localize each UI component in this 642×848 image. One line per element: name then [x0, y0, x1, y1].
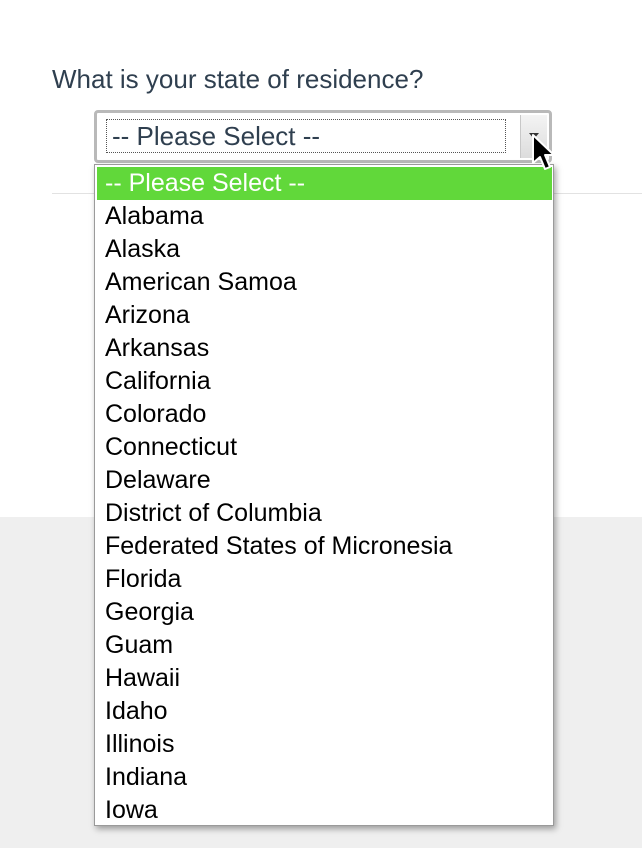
option-illinois[interactable]: Illinois — [97, 728, 552, 761]
option-iowa[interactable]: Iowa — [97, 794, 552, 825]
option-delaware[interactable]: Delaware — [97, 464, 552, 497]
mouse-pointer-icon — [532, 134, 555, 170]
option-california[interactable]: California — [97, 365, 552, 398]
option-arkansas[interactable]: Arkansas — [97, 332, 552, 365]
state-select[interactable]: -- Please Select -- — [94, 110, 552, 163]
option-georgia[interactable]: Georgia — [97, 596, 552, 629]
option-alabama[interactable]: Alabama — [97, 200, 552, 233]
option-federated-states-of-micronesia[interactable]: Federated States of Micronesia — [97, 530, 552, 563]
option-connecticut[interactable]: Connecticut — [97, 431, 552, 464]
state-select-value: -- Please Select -- — [106, 119, 506, 153]
option-colorado[interactable]: Colorado — [97, 398, 552, 431]
state-question-label: What is your state of residence? — [52, 64, 424, 94]
option-alaska[interactable]: Alaska — [97, 233, 552, 266]
state-options-list[interactable]: -- Please Select -- Alabama Alaska Ameri… — [94, 164, 554, 826]
option-hawaii[interactable]: Hawaii — [97, 662, 552, 695]
option-please-select[interactable]: -- Please Select -- — [97, 167, 552, 200]
option-idaho[interactable]: Idaho — [97, 695, 552, 728]
option-indiana[interactable]: Indiana — [97, 761, 552, 794]
option-florida[interactable]: Florida — [97, 563, 552, 596]
option-american-samoa[interactable]: American Samoa — [97, 266, 552, 299]
option-district-of-columbia[interactable]: District of Columbia — [97, 497, 552, 530]
option-arizona[interactable]: Arizona — [97, 299, 552, 332]
option-guam[interactable]: Guam — [97, 629, 552, 662]
